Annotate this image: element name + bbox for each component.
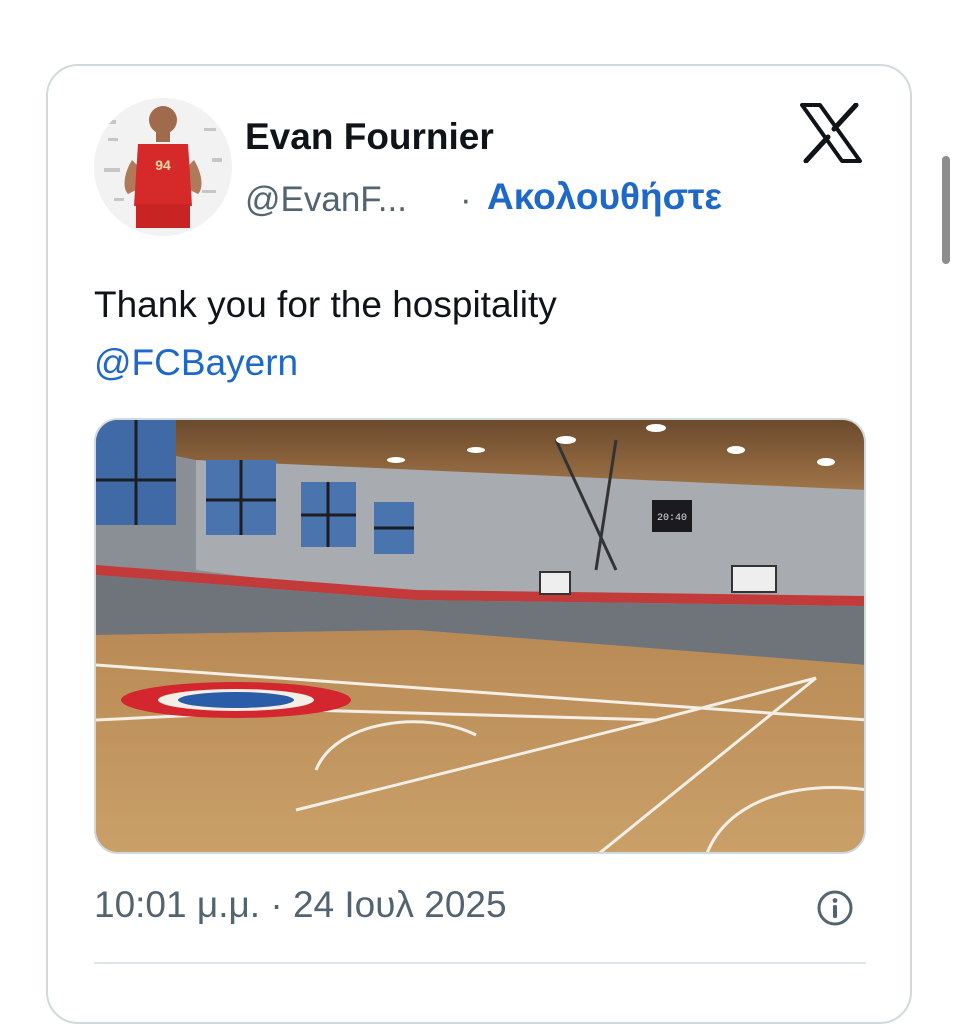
divider: [94, 962, 866, 964]
svg-text:20:40: 20:40: [657, 513, 687, 524]
tweet-timestamp[interactable]: 10:01 μ.μ. · 24 Ιουλ 2025: [94, 884, 507, 926]
author-handle[interactable]: @EvanF...: [245, 180, 407, 220]
x-logo-icon[interactable]: [800, 102, 862, 164]
tweet-text: Thank you for the hospitality @FCBayern: [94, 276, 557, 392]
tweet-body: Thank you for the hospitality: [94, 284, 557, 325]
tweet-media-image[interactable]: 20:40: [94, 418, 866, 854]
svg-text:94: 94: [155, 157, 171, 173]
mention-link[interactable]: @FCBayern: [94, 334, 557, 392]
follow-button[interactable]: Ακολουθήστε: [487, 176, 722, 218]
separator-dot: ·: [460, 180, 472, 219]
info-icon[interactable]: [816, 889, 854, 927]
author-name[interactable]: Evan Fournier: [245, 116, 494, 158]
scrollbar[interactable]: [942, 156, 950, 264]
author-avatar[interactable]: 94: [94, 98, 232, 236]
